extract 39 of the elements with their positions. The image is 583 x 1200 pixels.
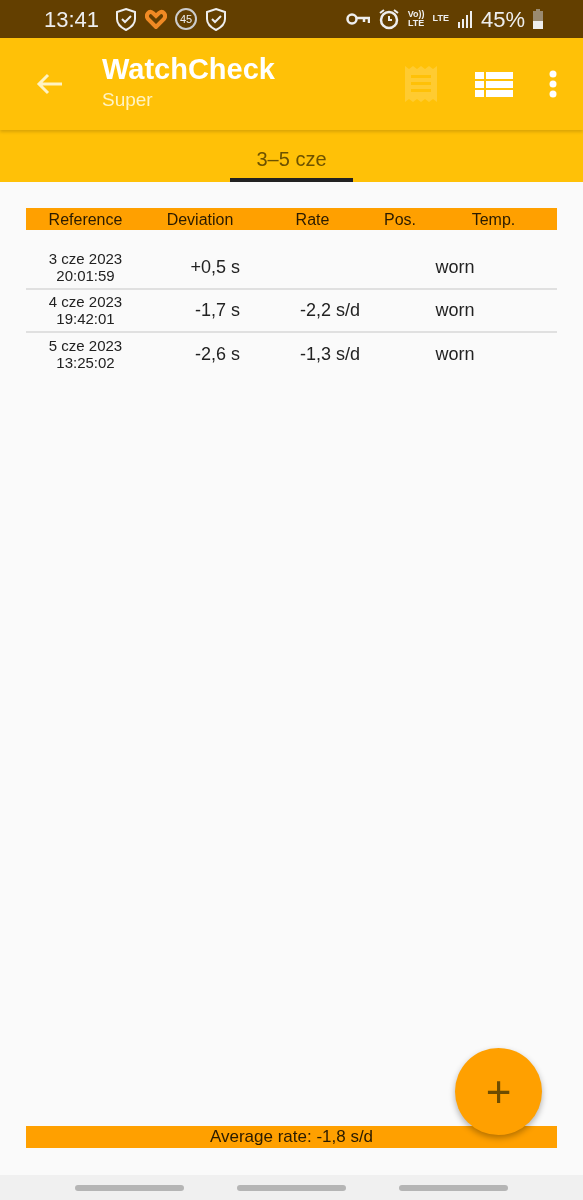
list-icon — [475, 71, 513, 97]
receipt-icon — [403, 64, 439, 104]
shield-icon — [205, 7, 228, 31]
average-rate-bar: Average rate: -1,8 s/d — [26, 1126, 557, 1148]
back-arrow-icon — [36, 72, 64, 97]
column-header: Reference — [47, 210, 124, 230]
column-header: Temp. — [470, 210, 517, 230]
nav-handle[interactable] — [399, 1184, 509, 1191]
signal-icon — [456, 10, 473, 28]
app-subtitle: Super — [102, 87, 154, 112]
timestamp-cell-text: 3 cze 2023 20:01:59 — [47, 251, 124, 284]
key-icon — [345, 12, 370, 26]
heart-icon — [145, 9, 168, 29]
column-header: Deviation — [165, 210, 235, 230]
timestamp-cell-text: 5 cze 2023 13:25:02 — [47, 338, 124, 371]
nav-handle[interactable] — [237, 1184, 346, 1191]
position-cell-text: worn — [434, 299, 476, 322]
battery-percent: 45% — [480, 5, 525, 34]
more-icon — [549, 70, 557, 98]
network-type-text: LTE — [432, 12, 449, 26]
volte-text: Vo)) LTE — [407, 10, 425, 28]
deviation-cell-text: +0,5 s — [189, 256, 240, 279]
shield-icon — [115, 7, 138, 31]
position-cell-text: worn — [434, 343, 476, 366]
timestamp-cell-text: 4 cze 2023 19:42:01 — [47, 294, 124, 327]
rate-cell-text: -2,2 s/d — [298, 299, 360, 322]
add-button[interactable]: + — [455, 1048, 542, 1135]
column-header: Pos. — [383, 210, 417, 230]
clock-text: 13:41 — [44, 5, 100, 34]
column-header: Rate — [294, 210, 331, 230]
battery-icon — [533, 9, 543, 29]
position-cell-text: worn — [434, 256, 476, 279]
rate-cell-text: -1,3 s/d — [298, 343, 360, 366]
alarm-icon — [377, 8, 400, 30]
deviation-cell-text: -1,7 s — [193, 299, 240, 322]
nav-handle[interactable] — [74, 1184, 184, 1191]
app-title: WatchCheck — [102, 53, 276, 86]
badge-count: 45 — [175, 8, 198, 30]
deviation-cell-text: -2,6 s — [193, 343, 240, 366]
